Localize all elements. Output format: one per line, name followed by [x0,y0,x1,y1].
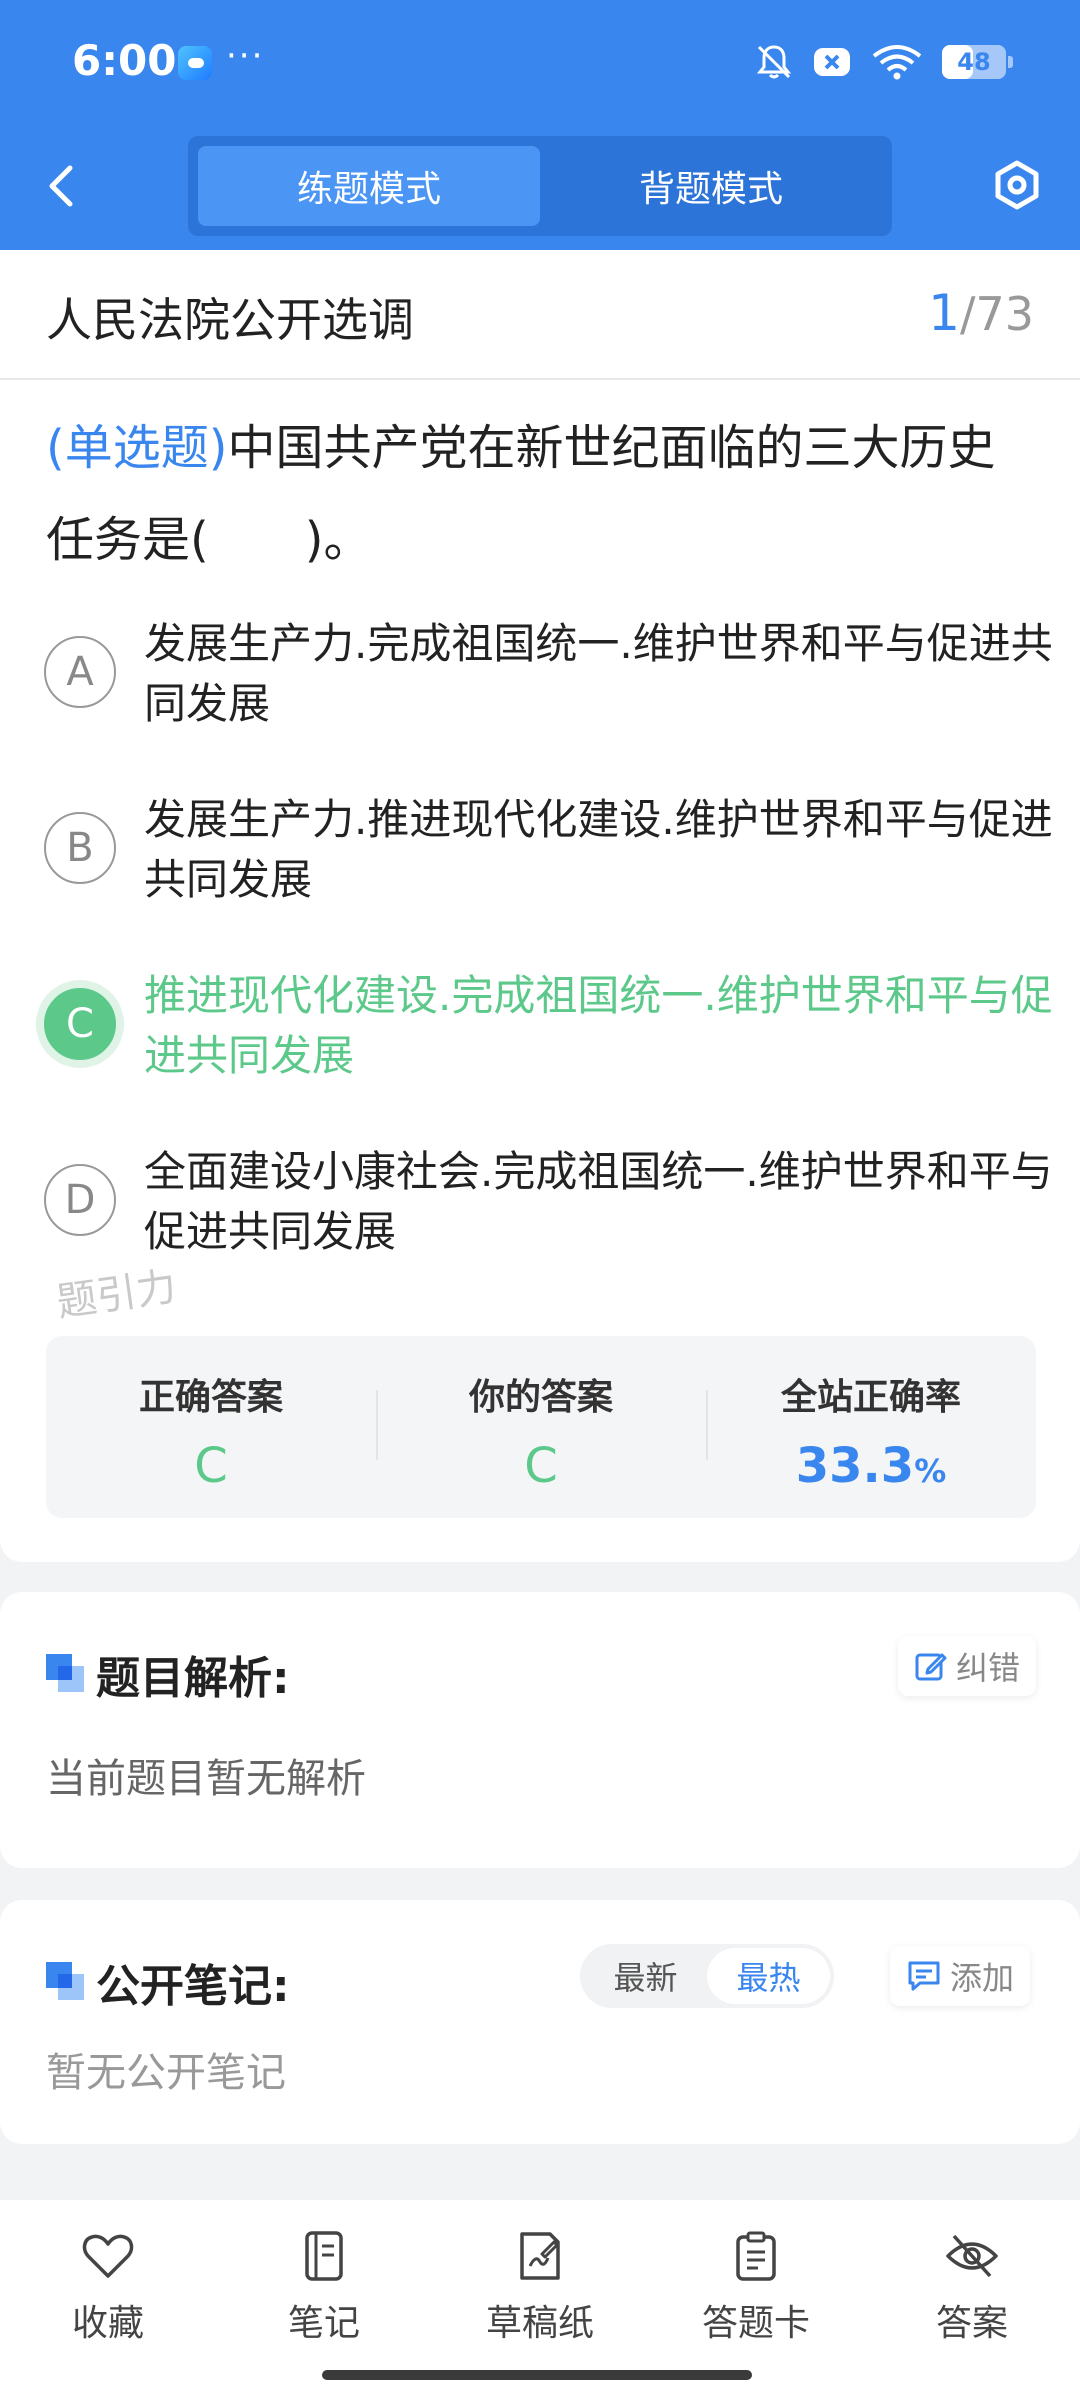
sort-latest[interactable]: 最新 [584,1948,707,2004]
bell-off-icon [756,45,792,79]
question-stem: (单选题)中国共产党在新世纪面临的三大历史任务是( )。 [46,402,1036,586]
wifi-icon [872,45,922,80]
back-icon[interactable] [40,158,84,214]
notes-title: 公开笔记: [46,1950,290,2014]
stat-accuracy-rate: 全站正确率 33.3% [706,1336,1036,1518]
stat-value: C [194,1438,228,1494]
favorite-label: 收藏 [71,2303,144,2344]
section-squares-icon [46,1654,86,1694]
analysis-title: 题目解析: [46,1642,290,1706]
add-note-label: 添加 [950,1959,1015,1997]
settings-icon[interactable] [990,158,1044,212]
question-card: 人民法院公开选调 1/73 (单选题)中国共产党在新世纪面临的三大历史任务是( … [0,250,1080,1562]
analysis-title-text: 题目解析: [96,1653,290,1704]
eye-off-icon [946,2234,998,2278]
option-letter: D [44,1164,116,1236]
option-letter: C [44,988,116,1060]
comment-icon [908,1961,940,1991]
clipboard-icon [736,2231,776,2281]
option-text: 推进现代化建设.完成祖国统一.维护世界和平与促进共同发展 [144,971,1053,1080]
public-notes-card: 公开笔记: 最新 最热 添加 暂无公开笔记 [0,1900,1080,2144]
sort-hot[interactable]: 最热 [707,1948,830,2004]
option-text: 发展生产力.推进现代化建设.维护世界和平与促进共同发展 [144,795,1053,904]
analysis-body: 当前题目暂无解析 [46,1756,366,1802]
add-note-button[interactable]: 添加 [890,1946,1031,2006]
mode-switch: 练题模式 背题模式 [188,136,892,236]
stat-your-answer: 你的答案 C [376,1336,706,1518]
heart-icon [82,2234,134,2278]
tab-memorize-mode[interactable]: 背题模式 [540,146,882,226]
app-header: 6:00 ··· 48 练题模式 背题模式 [0,0,1080,250]
section-squares-icon [46,1962,86,2002]
answer-stats: 正确答案 C 你的答案 C 全站正确率 33.3% [46,1336,1036,1518]
answer-toggle-button[interactable]: 答案 [864,2200,1080,2400]
rate-number: 33.3 [795,1438,915,1494]
notebook-icon [305,2231,343,2281]
draft-icon [520,2232,560,2280]
option-text: 发展生产力.完成祖国统一.维护世界和平与促进共同发展 [144,619,1053,728]
stat-value: 33.3% [706,1438,1036,1494]
question-header: 人民法院公开选调 1/73 [0,250,1080,380]
answer-label: 答案 [935,2303,1008,2344]
status-bar: 6:00 ··· 48 [0,0,1080,125]
question-type: (单选题) [46,420,228,476]
stat-label: 你的答案 [468,1377,613,1418]
question-source: 人民法院公开选调 [46,293,414,347]
answer-card-label: 答题卡 [701,2303,810,2344]
notes-sort-toggle: 最新 最热 [580,1944,834,2008]
weather-icon [178,46,212,80]
question-progress: 1/73 [928,284,1034,342]
draft-paper-label: 草稿纸 [485,2303,594,2344]
notes-label: 笔记 [287,2303,360,2344]
stat-label: 全站正确率 [780,1377,961,1418]
close-box-icon [814,48,850,76]
report-error-button[interactable]: 纠错 [898,1636,1037,1696]
option-text: 全面建设小康社会.完成祖国统一.维护世界和平与促进共同发展 [144,1147,1053,1256]
progress-current: 1 [928,284,960,342]
report-error-label: 纠错 [956,1649,1021,1687]
option-letter: A [44,636,116,708]
stat-correct-answer: 正确答案 C [46,1336,376,1518]
analysis-card: 题目解析: 纠错 当前题目暂无解析 [0,1592,1080,1868]
stat-label: 正确答案 [138,1377,283,1418]
stat-value: C [524,1438,558,1494]
option-letter: B [44,812,116,884]
battery-level: 48 [957,48,991,76]
watermark: 题引力 [53,1263,180,1327]
status-icons: 48 [754,40,1013,84]
status-time: 6:00 [72,36,177,85]
notes-body: 暂无公开笔记 [46,2050,286,2096]
favorite-button[interactable]: 收藏 [0,2200,216,2400]
edit-icon [915,1653,947,1681]
progress-total: /73 [959,287,1034,341]
tab-practice-mode[interactable]: 练题模式 [198,146,540,226]
rate-unit: % [914,1452,947,1490]
status-more: ··· [226,36,265,76]
notes-title-text: 公开笔记: [96,1961,290,2012]
home-indicator[interactable] [322,2370,752,2380]
battery-indicator: 48 [942,45,1013,79]
